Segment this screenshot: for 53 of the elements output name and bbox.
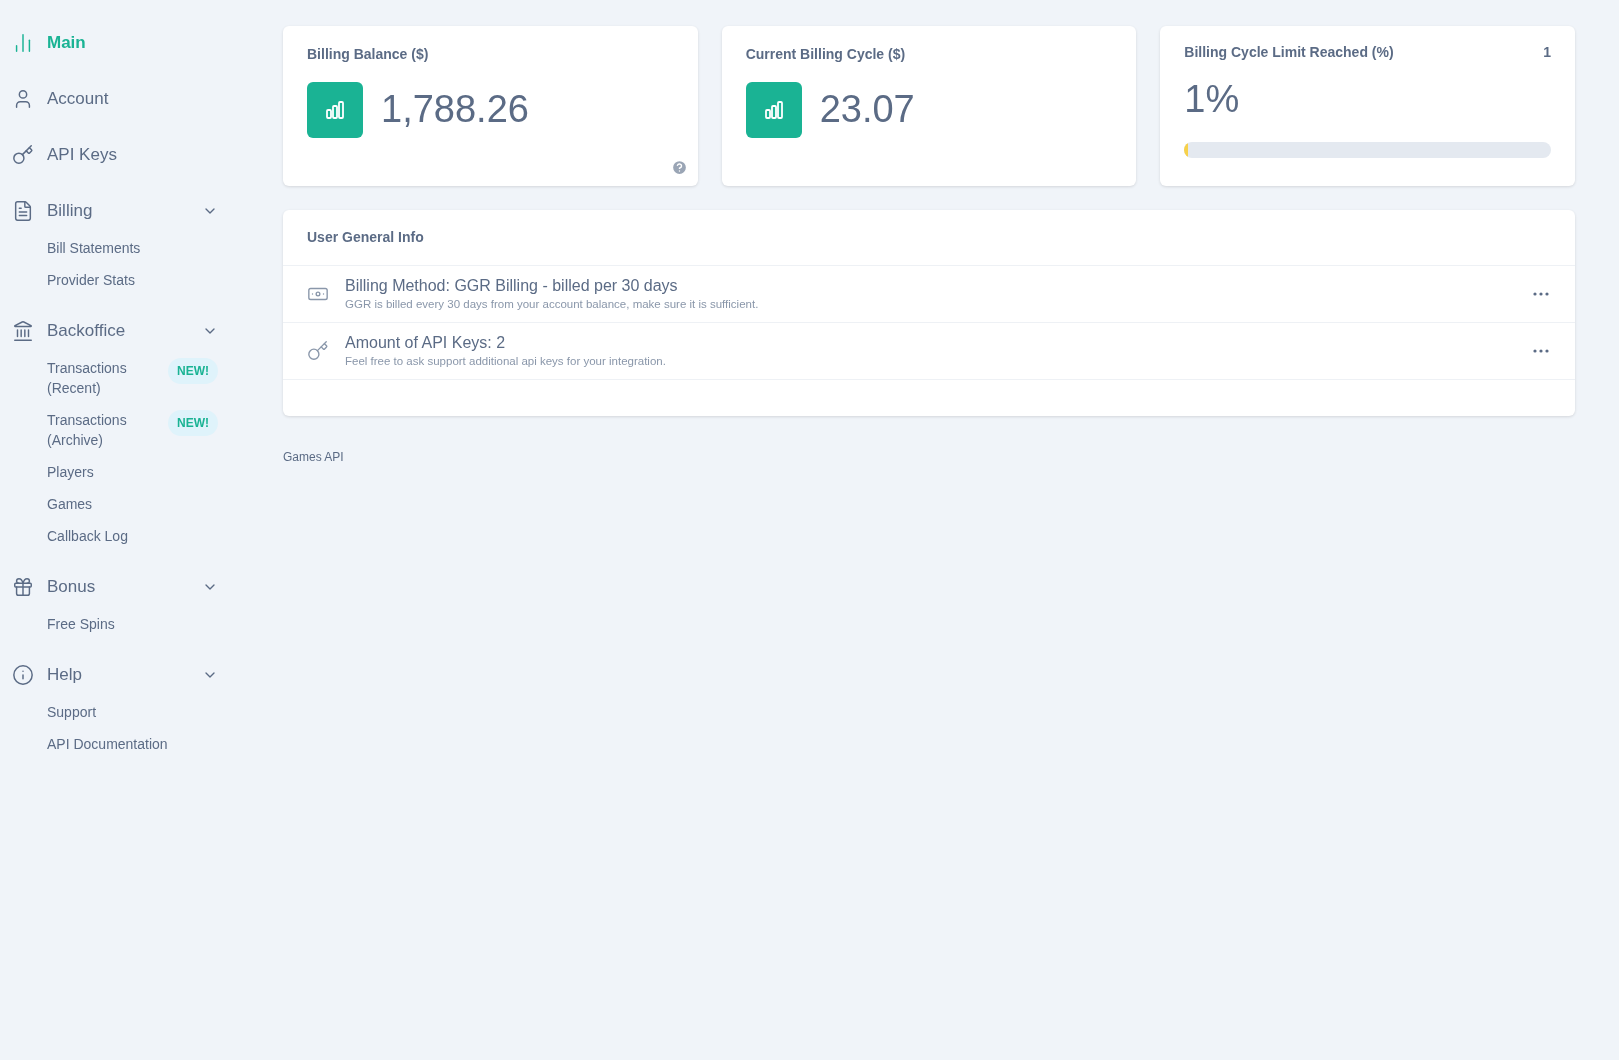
sidebar-subitem-label: Bill Statements (47, 239, 141, 258)
sidebar-subitem-label: Transactions (Recent) (47, 359, 128, 398)
sidebar-subitem-label: Players (47, 463, 94, 482)
more-icon (1533, 292, 1549, 296)
card-title: Current Billing Cycle ($) (745, 45, 907, 64)
sidebar-subitem[interactable]: Transactions (Archive) NEW! (12, 404, 218, 456)
bank-icon (12, 320, 34, 342)
sidebar-item[interactable]: Billing (12, 190, 218, 232)
sidebar-subitem-label: Provider Stats (47, 271, 135, 290)
chart-badge-icon (307, 81, 363, 138)
sidebar-item[interactable]: Bonus (12, 566, 218, 608)
sidebar-subitem[interactable]: Support (12, 696, 218, 728)
chart-badge-icon (745, 81, 802, 138)
sidebar-subitem[interactable]: API Documentation (12, 728, 218, 760)
document-icon (12, 200, 34, 222)
sidebar-subitem-label: Transactions (Archive) (47, 411, 128, 450)
info-row-title: Billing Method: GGR Billing - billed per 30 days (345, 276, 679, 296)
card-title: Billing Cycle Limit Reached (%) (1184, 43, 1394, 62)
key-icon (307, 340, 329, 362)
sidebar-item[interactable]: Help (12, 654, 218, 696)
sidebar-item[interactable]: Account (12, 78, 218, 120)
card-value: 1% (1184, 77, 1241, 122)
info-icon (12, 664, 34, 686)
info-row-description: Feel free to ask support additional api keys for your integration. (345, 354, 667, 369)
card-count: 1 (1543, 43, 1551, 62)
info-card-title: User General Info (307, 228, 424, 247)
sidebar-item[interactable]: Backoffice (12, 310, 218, 352)
sidebar-subitem[interactable]: Callback Log (12, 520, 218, 552)
sidebar-subitem[interactable]: Players (12, 456, 218, 488)
sidebar-subitem-label: Callback Log (47, 527, 128, 546)
card-value: 1,788.26 (381, 87, 529, 132)
new-badge: NEW! (168, 358, 218, 384)
sidebar-subitem-label: Games (47, 495, 93, 514)
sidebar-subitem[interactable]: Games (12, 488, 218, 520)
more-button[interactable] (1531, 290, 1551, 298)
sidebar-subitem-label: API Documentation (47, 735, 168, 754)
info-row-description: GGR is billed every 30 days from your account balance, make sure it is sufficient. (345, 297, 760, 312)
card-title: Billing Balance ($) (307, 45, 430, 64)
sidebar-subitem[interactable]: Transactions (Recent) NEW! (12, 352, 218, 404)
sidebar-subitem-label: Free Spins (47, 615, 115, 634)
card-value: 23.07 (819, 87, 915, 132)
sidebar-subitem-label: Support (47, 703, 97, 722)
sidebar-subitem[interactable]: Provider Stats (12, 264, 218, 296)
info-row-title: Amount of API Keys: 2 (345, 333, 507, 353)
more-icon (1533, 349, 1549, 353)
footer-text: Games API (283, 449, 345, 466)
key-icon (12, 144, 34, 166)
more-button[interactable] (1531, 347, 1551, 355)
sidebar-subitem[interactable]: Free Spins (12, 608, 218, 640)
sidebar-item[interactable]: API Keys (12, 134, 218, 176)
new-badge: NEW! (168, 410, 218, 436)
gift-icon (12, 576, 34, 598)
sidebar-subitem[interactable]: Bill Statements (12, 232, 218, 264)
